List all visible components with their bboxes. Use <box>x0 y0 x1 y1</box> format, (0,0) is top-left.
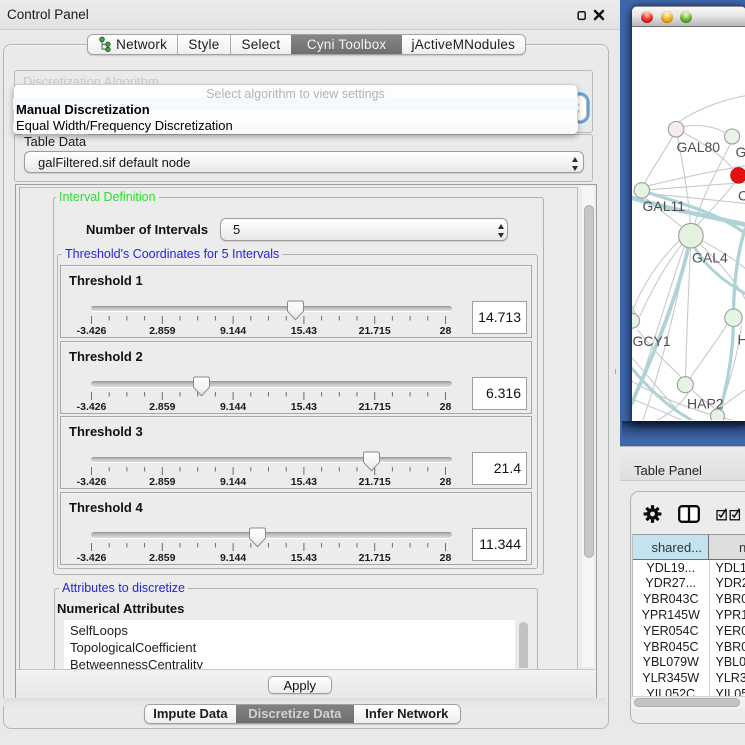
svg-text:GAL11: GAL11 <box>642 198 685 214</box>
svg-text:H: H <box>737 332 745 348</box>
svg-text:GAL80: GAL80 <box>676 139 720 155</box>
svg-text:C: C <box>738 188 745 204</box>
svg-text:GA: GA <box>735 144 745 160</box>
svg-text:HAP2: HAP2 <box>687 396 724 412</box>
svg-text:GAL4: GAL4 <box>692 250 728 266</box>
svg-text:GCY1: GCY1 <box>632 333 670 349</box>
